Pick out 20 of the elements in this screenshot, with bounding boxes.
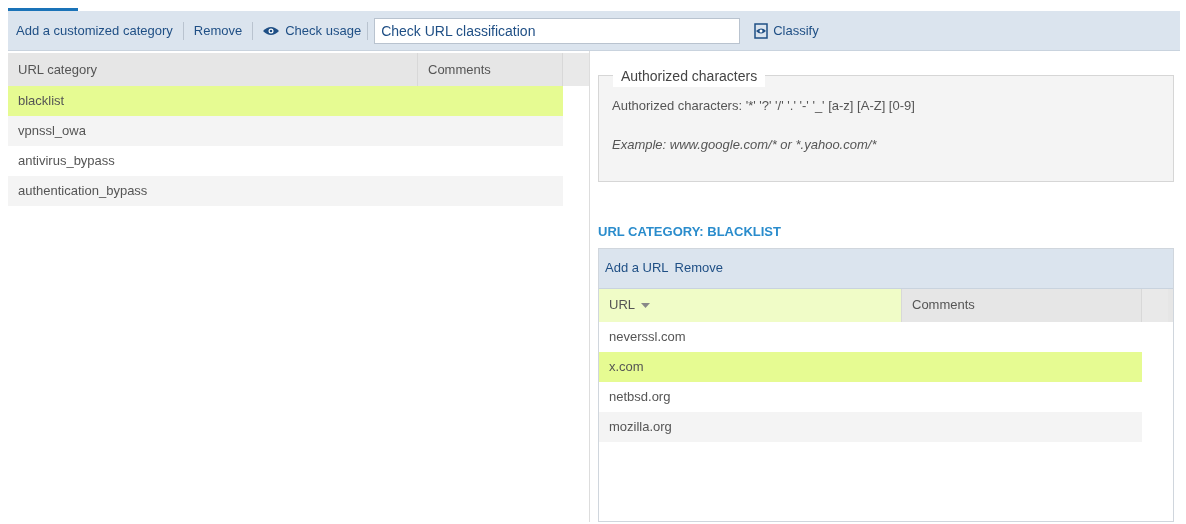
classify-button[interactable]: Classify [754,20,819,41]
sort-caret-icon [641,302,650,308]
remove-button[interactable]: Remove [193,20,243,41]
column-header[interactable]: URL [599,288,902,322]
url-row[interactable]: x.com [599,351,1142,382]
category-row[interactable]: blacklist [8,86,563,116]
example-text: Example: www.google.com/* or *.yahoo.com/* [612,135,878,154]
help-text: Authorized characters: '*' '?' '/' '.' '-' '_' [a-z] [A-Z] [0-9] [612,97,916,115]
add-category-button[interactable]: Add a customized category [16,20,173,41]
check-usage-button[interactable]: Check usage [263,20,362,41]
eye-icon [263,25,280,36]
active-tab-indicator [8,8,78,11]
url-row[interactable]: mozilla.org [599,411,1142,442]
category-row[interactable]: vpnssl_owa [8,116,563,146]
add-url-button[interactable]: Add a URL [604,258,670,278]
classify-icon [754,22,769,39]
remove-url-button[interactable]: Remove [673,258,724,278]
category-row[interactable]: authentication_bypass [8,176,563,206]
section-title: URL CATEGORY: BLACKLIST [598,223,781,241]
search-field[interactable]: Check URL classification [374,17,741,44]
